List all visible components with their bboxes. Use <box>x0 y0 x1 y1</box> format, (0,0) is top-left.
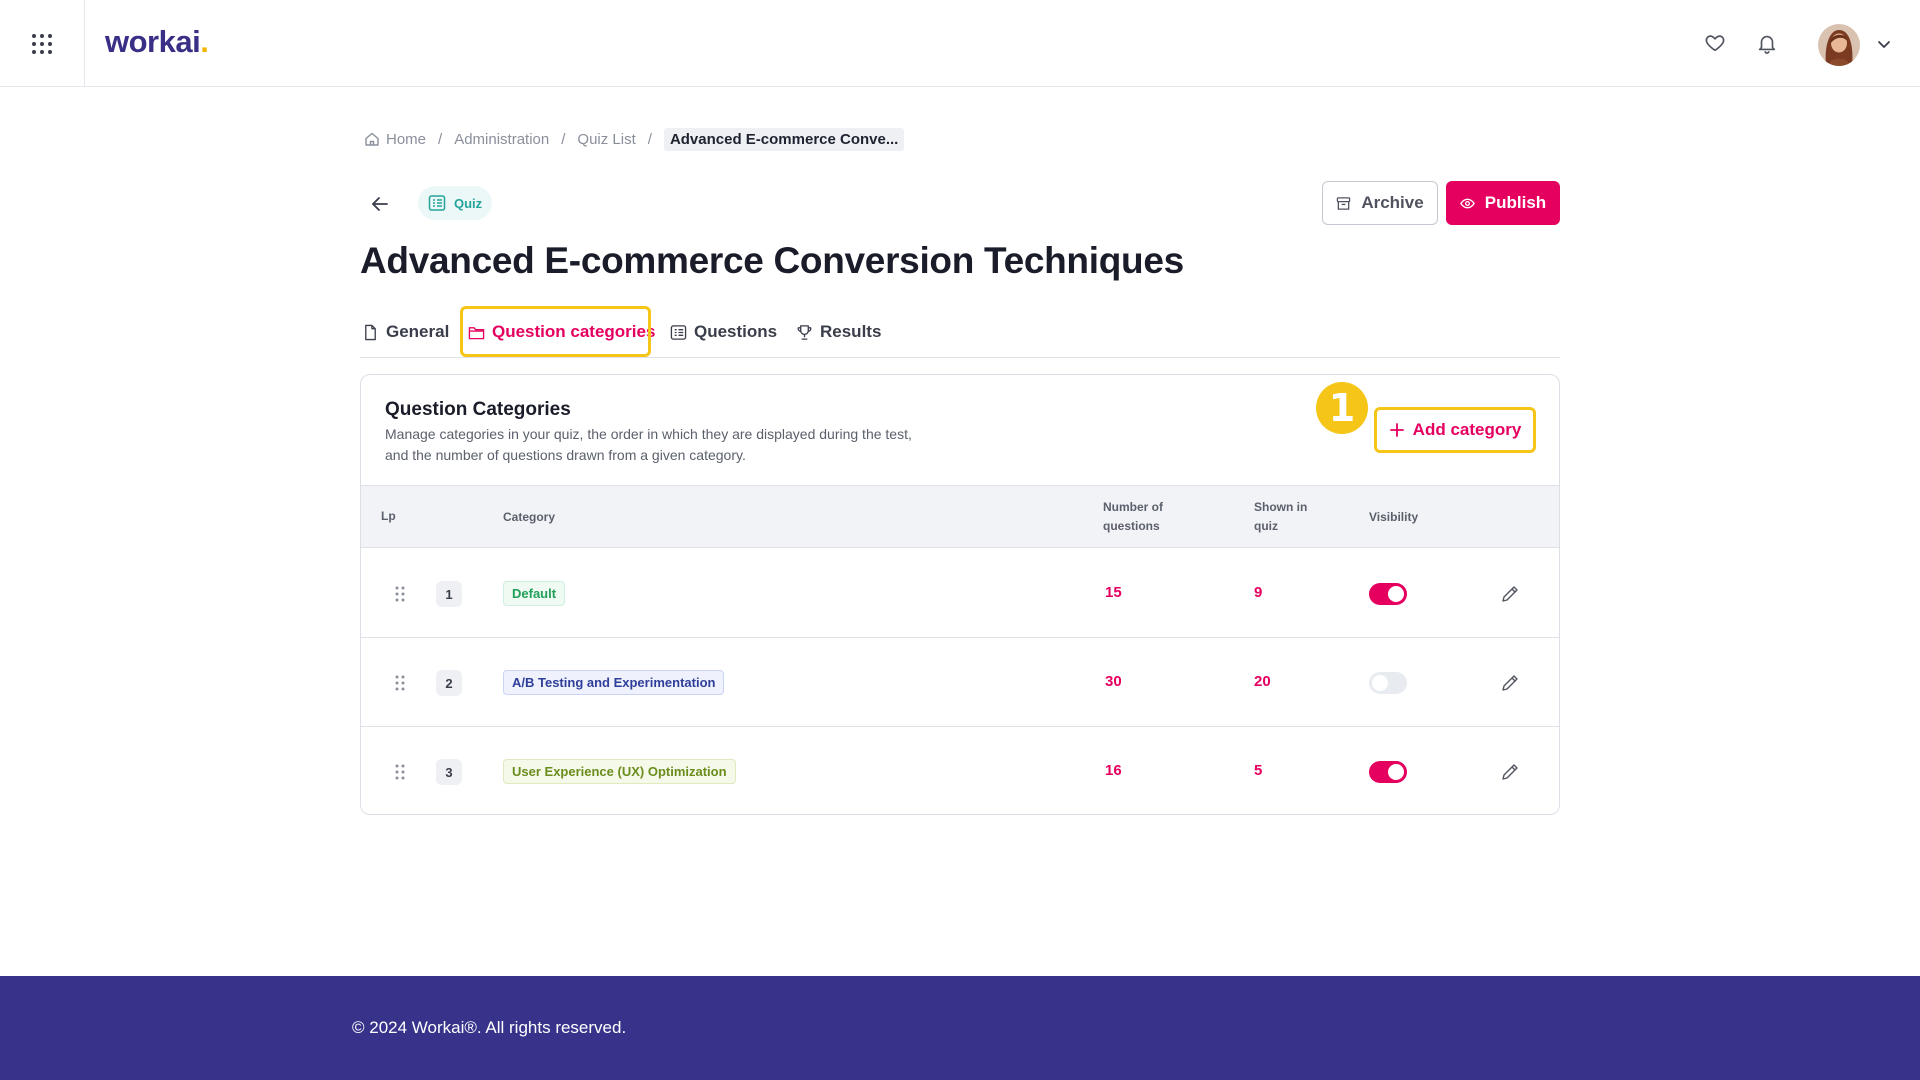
add-category-button[interactable]: Add category <box>1374 407 1536 453</box>
archive-label: Archive <box>1361 193 1424 212</box>
shown-in-quiz-value: 9 <box>1254 584 1263 601</box>
notifications-button[interactable] <box>1752 28 1782 58</box>
breadcrumb-separator: / <box>438 130 443 148</box>
tab-questions-label: Questions <box>694 322 778 341</box>
drag-handle-icon[interactable] <box>393 762 407 782</box>
toggle-knob <box>1372 675 1388 691</box>
category-tag[interactable]: A/B Testing and Experimentation <box>503 670 725 695</box>
breadcrumb-separator: / <box>561 130 566 148</box>
arrow-left-icon <box>372 197 388 211</box>
bell-icon <box>1758 35 1776 54</box>
heart-icon <box>1705 35 1725 52</box>
apps-grid-icon <box>32 33 52 54</box>
apps-grid-button[interactable] <box>0 0 85 87</box>
breadcrumb-separator: / <box>647 130 652 148</box>
breadcrumb-quiz-list[interactable]: Quiz List <box>577 131 635 148</box>
column-header-number-of-questions: Number of questions <box>1103 500 1163 533</box>
pencil-icon[interactable] <box>1499 583 1521 605</box>
card-description: Manage categories in your quiz, the orde… <box>385 426 912 463</box>
user-avatar-icon <box>1818 24 1860 66</box>
category-tag[interactable]: User Experience (UX) Optimization <box>503 759 736 784</box>
tab-bar: General Question categories Questions Re… <box>360 306 1560 358</box>
tab-results[interactable]: Results <box>796 306 881 358</box>
drag-handle-icon[interactable] <box>393 584 407 604</box>
step-marker: 1 <box>1316 382 1368 434</box>
back-button[interactable] <box>366 190 394 218</box>
tab-results-label: Results <box>820 322 882 341</box>
visibility-toggle[interactable] <box>1369 583 1407 605</box>
card-title: Question Categories <box>385 399 571 420</box>
chevron-down-icon[interactable] <box>1874 34 1894 54</box>
top-bar: workai. <box>0 0 1920 87</box>
home-icon <box>365 132 379 146</box>
drag-handle-icon[interactable] <box>393 673 407 693</box>
avatar[interactable] <box>1818 24 1860 66</box>
list-icon <box>670 324 687 340</box>
pencil-icon[interactable] <box>1499 761 1521 783</box>
visibility-toggle[interactable] <box>1369 761 1407 783</box>
shown-in-quiz-value: 20 <box>1254 673 1271 690</box>
folder-icon <box>468 326 485 339</box>
shown-in-quiz-value: 5 <box>1254 762 1263 779</box>
plus-icon <box>1389 423 1404 437</box>
file-icon <box>365 324 376 340</box>
toggle-knob <box>1388 586 1404 602</box>
number-of-questions-value: 30 <box>1105 673 1122 690</box>
row-order-badge: 1 <box>436 581 462 607</box>
column-header-shown-in-quiz: Shown in quiz <box>1254 500 1308 533</box>
page-title: Advanced E-commerce Conversion Technique… <box>360 240 1184 281</box>
column-header-lp: Lp <box>381 509 396 523</box>
table-header: Lp Category Number of questions Shown in… <box>361 485 1559 548</box>
row-order-badge: 2 <box>436 670 462 696</box>
archive-icon <box>1337 196 1351 210</box>
publish-button[interactable]: Publish <box>1446 181 1560 225</box>
tab-general[interactable]: General <box>362 306 449 358</box>
archive-button[interactable]: Archive <box>1322 181 1438 225</box>
breadcrumb-administration[interactable]: Administration <box>454 131 549 148</box>
quiz-type-badge: Quiz <box>418 186 493 220</box>
question-categories-card: Question Categories Manage categories in… <box>360 374 1560 815</box>
column-header-visibility: Visibility <box>1369 510 1419 524</box>
workai-logo[interactable]: workai. <box>105 24 209 60</box>
table-row: 1 Default 15 9 <box>361 549 1559 638</box>
add-category-label: Add category <box>1412 420 1522 439</box>
tab-questions[interactable]: Questions <box>670 306 777 358</box>
column-header-category: Category <box>503 510 556 524</box>
footer: © 2024 Workai®. All rights reserved. <box>0 976 1920 1080</box>
row-order-badge: 3 <box>436 759 462 785</box>
quiz-list-icon <box>428 195 446 211</box>
breadcrumb-home[interactable]: Home <box>386 131 426 148</box>
tab-general-label: General <box>386 322 450 341</box>
category-tag[interactable]: Default <box>503 581 566 606</box>
number-of-questions-value: 16 <box>1105 762 1122 779</box>
tab-question-categories[interactable]: Question categories <box>468 306 655 358</box>
toggle-knob <box>1388 764 1404 780</box>
logo-text: workai <box>105 24 201 59</box>
pencil-icon[interactable] <box>1499 672 1521 694</box>
tab-question-categories-label: Question categories <box>492 322 656 341</box>
table-row: 3 User Experience (UX) Optimization 16 5 <box>361 727 1559 814</box>
visibility-toggle[interactable] <box>1369 672 1407 694</box>
favorites-button[interactable] <box>1700 28 1730 58</box>
footer-copyright: © 2024 Workai®. All rights reserved. <box>352 1018 627 1037</box>
breadcrumb-current: Advanced E-commerce Conve... <box>663 127 905 151</box>
publish-label: Publish <box>1484 193 1547 212</box>
number-of-questions-value: 15 <box>1105 584 1122 601</box>
logo-dot: . <box>200 24 209 59</box>
eye-icon <box>1459 198 1475 208</box>
trophy-icon <box>797 324 812 340</box>
breadcrumb: Home / Administration / Quiz List / Adva… <box>364 127 905 151</box>
quiz-type-label: Quiz <box>454 195 483 211</box>
table-row: 2 A/B Testing and Experimentation 30 20 <box>361 638 1559 727</box>
